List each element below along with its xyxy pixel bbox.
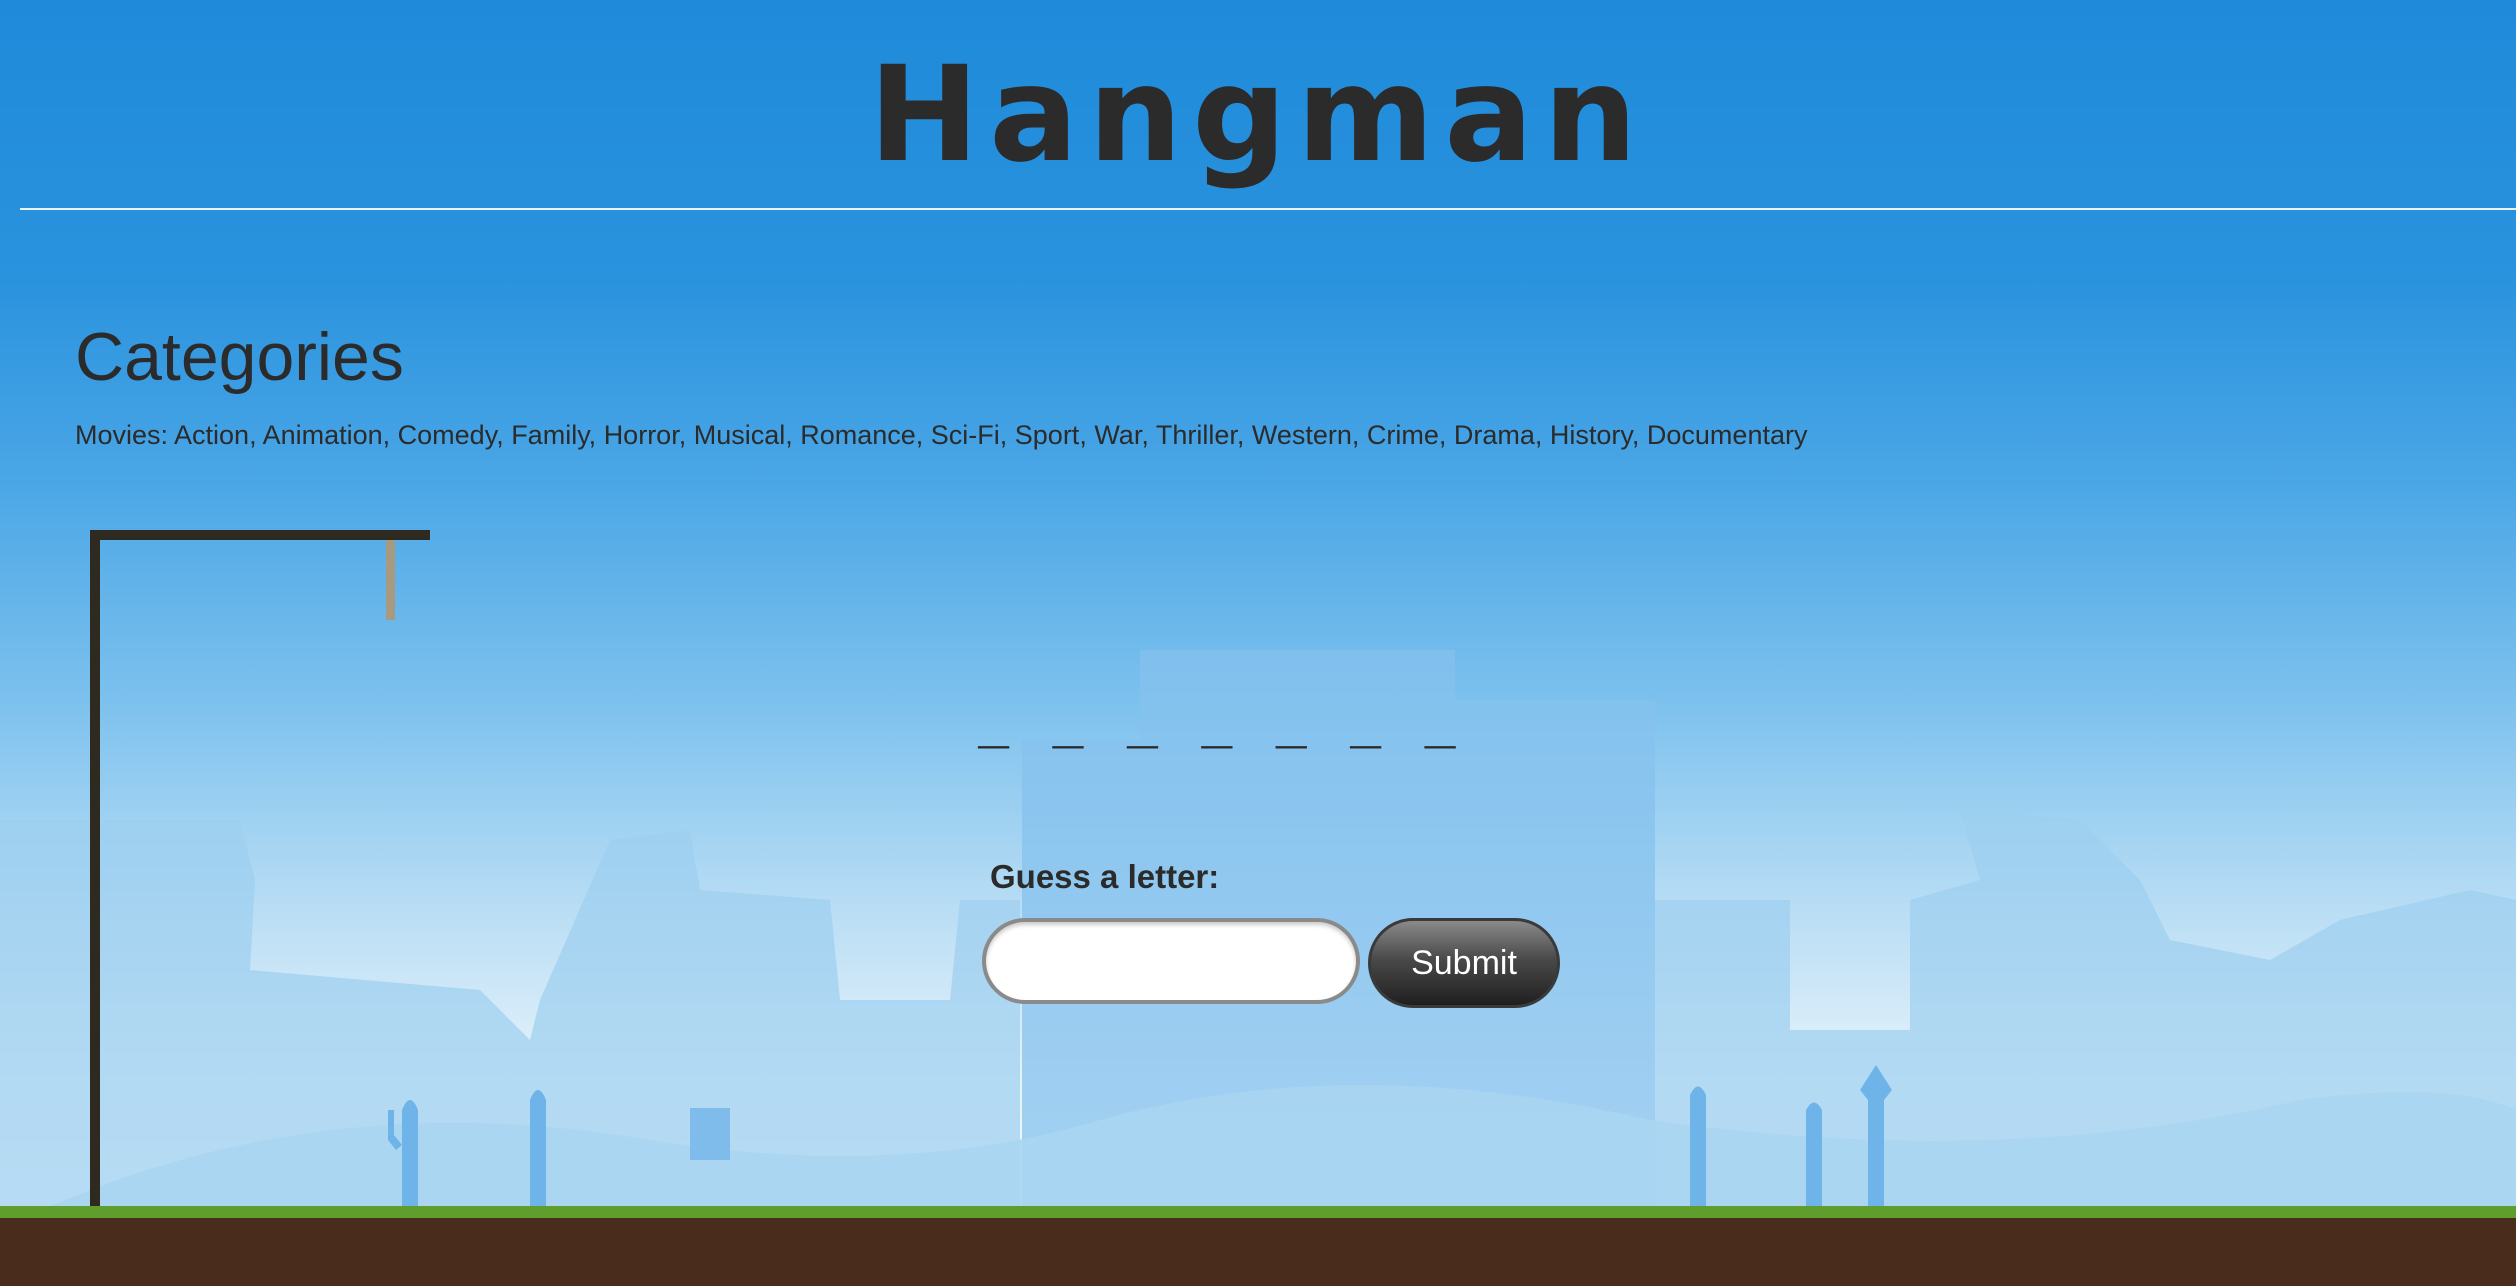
submit-button[interactable]: Submit: [1368, 918, 1560, 1008]
gallows-rope: [386, 540, 395, 620]
word-blanks: _ _ _ _ _ _ _: [978, 700, 1462, 759]
skull-sign: [690, 1108, 730, 1160]
gallows-beam: [90, 530, 430, 540]
game-scene: Hangman Categories Movies: Action, Anima…: [0, 0, 2516, 1286]
gallows-post: [90, 530, 100, 1230]
guess-label: Guess a letter:: [990, 858, 1220, 895]
soil-ground: [0, 1218, 2516, 1286]
background-silhouettes: [0, 650, 2516, 1230]
cactus-silhouette-2: [530, 1090, 546, 1210]
header-divider: [20, 208, 2516, 210]
game-title: Hangman: [868, 38, 1648, 192]
categories-list: Movies: Action, Animation, Comedy, Famil…: [75, 420, 1808, 450]
guess-input[interactable]: [982, 918, 1360, 1004]
categories-heading: Categories: [75, 319, 404, 395]
